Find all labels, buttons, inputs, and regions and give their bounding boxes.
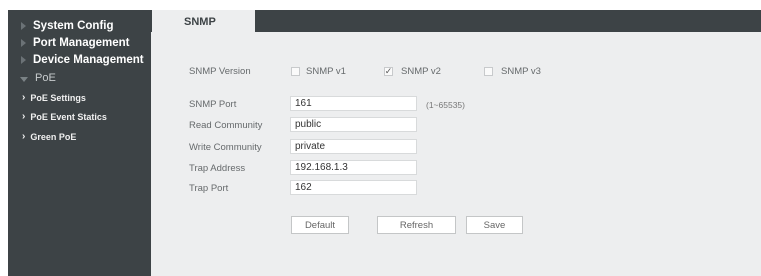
arrow-down-icon — [20, 76, 28, 82]
sidebar-item-label: PoE — [35, 72, 56, 84]
default-button[interactable]: Default — [291, 216, 349, 234]
sidebar-item-label: System Config — [33, 20, 114, 32]
snmp-v2-checkbox[interactable]: ✓ — [384, 66, 393, 76]
check-icon: ✓ — [384, 66, 393, 76]
sidebar-item-device-management[interactable]: Device Management — [8, 54, 144, 66]
snmp-port-input[interactable] — [290, 96, 417, 111]
read-community-label: Read Community — [189, 120, 263, 131]
snmp-v3-checkbox[interactable] — [484, 67, 493, 76]
snmp-v3-label: SNMP v3 — [501, 66, 541, 77]
chevron-right-icon: › — [22, 92, 26, 103]
sidebar-subitem-label: PoE Settings — [30, 92, 86, 103]
snmp-v1-label: SNMP v1 — [306, 66, 346, 77]
save-button[interactable]: Save — [466, 216, 523, 234]
sidebar: System Config Port Management Device Man… — [8, 10, 151, 276]
sidebar-item-label: Device Management — [33, 54, 144, 66]
trap-port-input[interactable] — [290, 180, 417, 195]
snmp-version-label: SNMP Version — [189, 66, 251, 77]
sidebar-subitem-poe-settings[interactable]: › PoE Settings — [22, 92, 86, 103]
arrow-right-icon — [21, 22, 26, 30]
chevron-right-icon: › — [22, 111, 26, 122]
trap-address-input[interactable] — [290, 160, 417, 175]
sidebar-item-port-management[interactable]: Port Management — [8, 37, 130, 49]
sidebar-subitem-poe-event-statics[interactable]: › PoE Event Statics — [22, 111, 107, 122]
snmp-port-range-hint: (1~65535) — [426, 100, 465, 110]
snmp-v2-label: SNMP v2 — [401, 66, 441, 77]
app-window: System Config Port Management Device Man… — [8, 10, 761, 276]
arrow-right-icon — [21, 39, 26, 47]
sidebar-item-system-config[interactable]: System Config — [8, 20, 114, 32]
sidebar-subitem-green-poe[interactable]: › Green PoE — [22, 131, 76, 142]
read-community-input[interactable] — [290, 117, 417, 132]
write-community-label: Write Community — [189, 142, 262, 153]
sidebar-item-poe[interactable]: PoE — [8, 72, 56, 84]
snmp-v1-checkbox[interactable] — [291, 67, 300, 76]
tab-label: SNMP — [184, 16, 216, 28]
trap-port-label: Trap Port — [189, 183, 229, 194]
write-community-input[interactable] — [290, 139, 417, 154]
refresh-button[interactable]: Refresh — [377, 216, 456, 234]
tab-snmp[interactable]: SNMP — [152, 10, 255, 34]
arrow-right-icon — [21, 56, 26, 64]
sidebar-item-label: Port Management — [33, 37, 130, 49]
snmp-panel: SNMP Version SNMP v1 ✓ SNMP v2 SNMP v3 S… — [151, 32, 761, 276]
snmp-port-label: SNMP Port — [189, 99, 237, 110]
sidebar-subitem-label: Green PoE — [30, 131, 77, 142]
trap-address-label: Trap Address — [189, 163, 246, 174]
chevron-right-icon: › — [22, 131, 26, 142]
sidebar-subitem-label: PoE Event Statics — [30, 111, 107, 122]
